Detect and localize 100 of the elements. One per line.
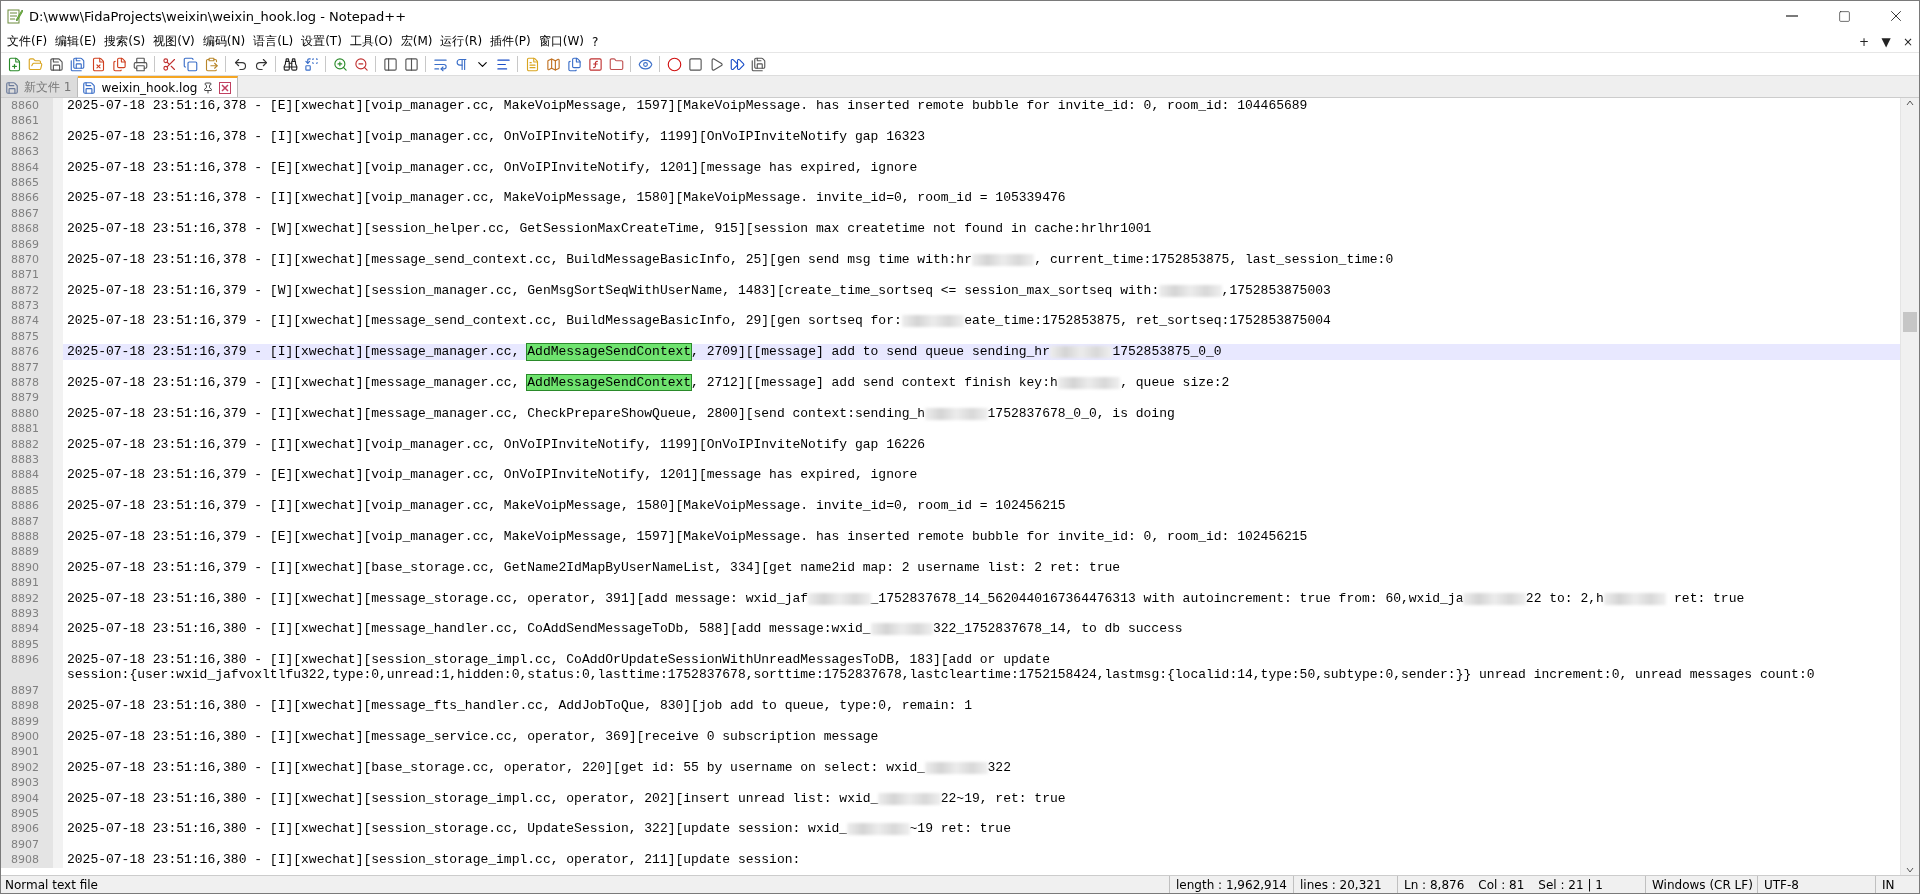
save-icon — [82, 80, 97, 95]
status-text: Col : 81 — [1478, 877, 1525, 892]
menu-item[interactable]: 插件(P) — [486, 32, 535, 51]
log-text: 2025-07-18 23:51:16,380 - [I][xwechat][base_storage.cc, operator, 220][get id: 55 by username on select: wxid_ — [67, 759, 926, 776]
stop-icon[interactable] — [686, 55, 704, 73]
map-icon[interactable] — [544, 55, 562, 73]
menu-item[interactable]: 语言(L) — [249, 32, 298, 51]
log-text: 1752837678_0_0, is doing — [987, 405, 1175, 422]
line-number: 8874 — [1, 313, 63, 329]
log-text: eate_time:1752853875, ret_sortseq:1752853875004 — [964, 313, 1331, 329]
redacted-text-blur — [1057, 377, 1121, 390]
log-text: 2025-07-18 23:51:16,380 - [I][xwechat][message_storage.cc, operator, 391][add message: wxid_jaf — [67, 590, 809, 606]
line-number: 8906 — [1, 821, 63, 837]
menu-item[interactable]: ? — [587, 33, 603, 50]
file-type-label: Normal text file — [4, 877, 99, 892]
status-text: Sel : 21 | 1 — [1538, 877, 1603, 892]
status-text: lines : 20,321 — [1300, 877, 1382, 892]
redacted-text-blur — [1049, 346, 1113, 359]
log-text: 2025-07-18 23:51:16,379 - [E][xwechat][voip_manager.cc, MakeVoipMessage, 1597][MakeVoipMessage. has inserted remote bubble for invite_id: 0, room_id: 102456215 — [67, 528, 1308, 545]
close-tab-icon[interactable] — [219, 81, 232, 94]
scroll-down-icon[interactable] — [1905, 865, 1915, 875]
log-text: 2025-07-18 23:51:16,379 - [I][xwechat][message_manager.cc, CheckPrepareShowQueue, 2800][send context:sending_h — [67, 405, 926, 422]
line-number: 8871 — [1, 267, 63, 283]
menu-bar-button[interactable]: + — [1853, 34, 1875, 49]
copy-icon[interactable] — [181, 55, 199, 73]
log-text: 2025-07-18 23:51:16,378 - [W][xwechat][session_helper.cc, GetSessionMaxCreateTime, 915][session max createtime not found in cache:hrlhr1001 — [67, 221, 1152, 237]
menu-item[interactable]: 编码(N) — [198, 32, 250, 51]
log-text: , 2712][[message] add send context finish key:h — [691, 375, 1058, 391]
menu-item[interactable]: 搜索(S) — [100, 32, 150, 51]
function-icon[interactable] — [586, 55, 604, 73]
redacted-text-blur — [1463, 592, 1526, 605]
log-text: ,1752853875003 — [1221, 282, 1331, 299]
log-text: 2025-07-18 23:51:16,379 - [E][xwechat][voip_manager.cc, OnVoIPInviteNotify, 1201][message has expired, ignore — [67, 467, 918, 483]
save-macro-icon[interactable] — [749, 55, 767, 73]
log-text: 2025-07-18 23:51:16,380 - [I][xwechat][message_service.cc, operator, 369][receive 0 subscription message — [67, 729, 879, 745]
redacted-text-blur — [808, 592, 871, 605]
zoom-out-icon[interactable] — [352, 55, 370, 73]
line-number: 8894 — [1, 621, 63, 637]
save-all-icon[interactable] — [68, 55, 86, 73]
log-text: 2025-07-18 23:51:16,380 - [I][xwechat][message_handler.cc, CoAddSendMessageToDb, 588][add message:wxid_ — [67, 621, 871, 637]
menu-item[interactable]: 宏(M) — [396, 32, 437, 51]
vertical-scrollbar[interactable] — [1900, 98, 1919, 875]
log-text: 2025-07-18 23:51:16,380 - [I][xwechat][session_storage.cc, UpdateSession, 322][update session: wxid_ — [67, 821, 848, 837]
save-icon — [5, 80, 19, 95]
documents-icon[interactable] — [565, 55, 583, 73]
zoom-in-icon[interactable] — [331, 55, 349, 73]
menu-bar-button[interactable]: ▼ — [1875, 34, 1897, 49]
redacted-text-blur — [847, 823, 910, 836]
log-text: ~19 ret: true — [909, 821, 1011, 837]
status-text: Windows (CR LF) — [1652, 877, 1753, 892]
menu-item[interactable]: 编辑(E) — [51, 32, 101, 51]
menu-item[interactable]: 窗口(W) — [534, 32, 588, 51]
log-text: , 2709][[message] add to send queue sending_hr — [691, 344, 1050, 360]
log-text: 2025-07-18 23:51:16,379 - [I][xwechat][voip_manager.cc, OnVoIPInviteNotify, 1199][OnVoIPInviteNotify gap 16226 — [67, 436, 926, 452]
maximize-icon — [1837, 9, 1851, 23]
search-match: AddMessageSendContext — [527, 375, 692, 391]
line-number: 8866 — [1, 190, 63, 206]
line-number: 8863 — [1, 144, 63, 160]
menu-item[interactable]: 工具(O) — [345, 32, 397, 51]
menu-bar-button[interactable]: × — [1897, 34, 1919, 49]
redacted-text-blur — [1603, 592, 1667, 605]
log-text: 22 to: 2,h — [1525, 590, 1604, 606]
pin-icon[interactable] — [202, 81, 215, 94]
log-text: 2025-07-18 23:51:16,378 - [I][xwechat][voip_manager.cc, OnVoIPInviteNotify, 1199][OnVoIPInviteNotify gap 16323 — [67, 128, 926, 145]
log-text: 2025-07-18 23:51:16,380 - [I][xwechat][session_storage_impl.cc, operator, 202][insert unread list: wxid_ — [67, 790, 879, 806]
log-text: 2025-07-18 23:51:16,379 - [W][xwechat][session_manager.cc, GenMsgSortSeqWithUserName, 1483][create_time_sortseq <= session_max_sortseq with: — [67, 282, 1160, 299]
log-text: 2025-07-18 23:51:16,379 - [I][xwechat][base_storage.cc, GetName2IdMapByUserNameList, 334][get name2id map: 2 username list: 2 ret: true — [67, 559, 1121, 576]
line-number: 8901 — [1, 744, 63, 760]
files-icon[interactable] — [110, 55, 128, 73]
line-number: 8898 — [1, 698, 63, 714]
scrollbar-thumb[interactable] — [1903, 311, 1917, 332]
log-text: 2025-07-18 23:51:16,378 - [I][xwechat][voip_manager.cc, MakeVoipMessage, 1580][MakeVoipMessage. invite_id=0, room_id = 105339476 — [67, 190, 1066, 206]
log-text: 2025-07-18 23:51:16,379 - [I][xwechat][message_manager.cc, — [67, 344, 521, 360]
tab-label: 新文件 1 — [24, 79, 72, 96]
line-number: 8878 — [1, 375, 63, 391]
menu-item[interactable]: 设置(T) — [297, 32, 346, 51]
record-icon[interactable] — [665, 55, 683, 73]
folder-icon[interactable] — [607, 55, 625, 73]
status-text: IN — [1882, 877, 1895, 892]
line-number: 8908 — [1, 852, 63, 868]
log-text: 1752853875_0_0 — [1112, 344, 1222, 360]
file-tab[interactable]: weixin_hook.log — [78, 76, 239, 97]
line-number: 8860 — [1, 98, 63, 114]
redacted-text-blur — [878, 792, 941, 805]
status-text: length : 1,962,914 — [1176, 877, 1287, 892]
menu-item[interactable]: 视图(V) — [149, 32, 199, 51]
log-text: 2025-07-18 23:51:16,379 - [I][xwechat][message_manager.cc, — [67, 375, 521, 391]
log-text: 22~19, ret: true — [940, 790, 1066, 806]
binoculars-icon[interactable] — [281, 55, 299, 73]
columns-icon[interactable] — [402, 55, 420, 73]
log-text: 2025-07-18 23:51:16,379 - [I][xwechat][message_send_context.cc, BuildMessageBasicInfo, 29][gen sortseq for: — [67, 313, 902, 329]
menu-item[interactable]: 文件(F) — [3, 32, 52, 51]
log-text: , queue size:2 — [1120, 375, 1230, 391]
menu-item[interactable]: 运行(R) — [436, 32, 487, 51]
scissors-icon[interactable] — [160, 55, 178, 73]
panel-icon[interactable] — [381, 55, 399, 73]
minimize-icon — [1786, 15, 1798, 17]
scroll-up-icon[interactable] — [1905, 98, 1915, 108]
save-icon[interactable] — [47, 55, 65, 73]
printer-icon[interactable] — [131, 55, 149, 73]
